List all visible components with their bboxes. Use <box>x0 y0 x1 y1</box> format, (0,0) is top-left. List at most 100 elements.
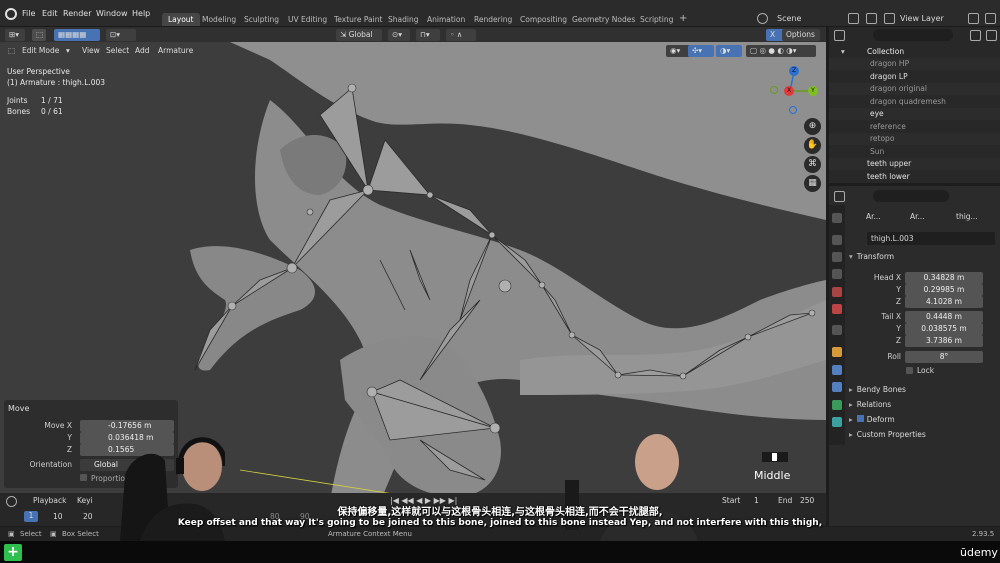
view-layer-icon[interactable] <box>884 13 895 24</box>
outliner-row[interactable]: eye <box>829 108 1000 120</box>
menu-edit[interactable]: Edit <box>42 9 58 18</box>
deform-section[interactable]: ▸ Deform <box>849 415 895 424</box>
expand-arrow-icon[interactable]: ▾ <box>841 47 845 56</box>
physics-tab-icon[interactable] <box>832 382 842 392</box>
properties-editor-icon[interactable] <box>834 191 845 202</box>
tab-texture-paint[interactable]: Texture Paint <box>328 13 388 26</box>
breadcrumb-armature-data[interactable]: Ar... <box>910 212 925 221</box>
proportional-checkbox[interactable] <box>80 474 87 481</box>
menu-select[interactable]: Select <box>106 46 129 57</box>
render-tab-icon[interactable] <box>832 235 842 245</box>
menu-view[interactable]: View <box>82 46 100 57</box>
ortho-grid-icon[interactable]: ▦ <box>804 175 821 192</box>
outliner-row[interactable]: dragon quadremesh <box>829 96 1000 108</box>
mode-select[interactable]: Edit Mode <box>22 46 59 57</box>
proportional-icon[interactable]: ◦ ∧ <box>446 29 476 41</box>
new-collection-icon[interactable] <box>986 30 997 41</box>
add-workspace-button[interactable]: + <box>679 13 687 24</box>
tab-rendering[interactable]: Rendering <box>468 13 518 26</box>
scene-name[interactable]: Scene <box>777 14 801 23</box>
add-plus-icon[interactable]: + <box>4 544 22 561</box>
overlay-toggle-icon[interactable]: ◑▾ <box>716 45 742 57</box>
lock-checkbox[interactable] <box>906 367 913 374</box>
gizmo-z-label[interactable]: Z <box>789 66 799 76</box>
view-layer-name[interactable]: View Layer <box>900 14 944 23</box>
head-z-field[interactable]: 4.1028 m <box>905 296 983 308</box>
shading-mode-icons[interactable]: ▢ ◎ ● ◐ ◑▾ <box>746 45 816 57</box>
outliner-row[interactable]: Sun <box>829 146 1000 158</box>
new-scene-icon[interactable] <box>848 13 859 24</box>
new-view-layer-icon[interactable] <box>968 13 979 24</box>
object-tab-icon[interactable] <box>832 347 842 357</box>
gizmo-y-label[interactable]: Y <box>808 86 818 96</box>
orientation-select[interactable]: ⇲ Global <box>336 29 382 41</box>
tab-geometry-nodes[interactable]: Geometry Nodes <box>566 13 641 26</box>
outliner-row[interactable]: dragon HP <box>829 58 1000 70</box>
select-tool-icon[interactable]: ⬚ <box>32 29 46 41</box>
bendy-bones-section[interactable]: ▸ Bendy Bones <box>849 385 906 394</box>
tab-layout[interactable]: Layout <box>162 13 200 26</box>
custom-properties-section[interactable]: ▸ Custom Properties <box>849 430 926 439</box>
tail-y-field[interactable]: 0.038575 m <box>905 323 983 335</box>
tail-x-field[interactable]: 0.4448 m <box>905 311 983 323</box>
menu-render[interactable]: Render <box>63 9 91 18</box>
head-x-field[interactable]: 0.34828 m <box>905 272 983 284</box>
mode-icon[interactable]: ⬚ <box>8 46 15 57</box>
camera-view-icon[interactable]: ⌘ <box>804 156 821 173</box>
modifier-tab-icon[interactable] <box>832 365 842 375</box>
tab-shading[interactable]: Shading <box>382 13 424 26</box>
outliner-row[interactable]: reference <box>829 121 1000 133</box>
gizmo-neg-y[interactable] <box>770 86 778 94</box>
world-tab-icon[interactable] <box>832 304 842 314</box>
navigation-gizmo[interactable]: Z Y X <box>768 64 820 116</box>
bone-name-field[interactable]: thigh.L.003 <box>867 232 995 245</box>
menu-window[interactable]: Window <box>96 9 128 18</box>
tab-uv-editing[interactable]: UV Editing <box>282 13 333 26</box>
collection-tab-icon[interactable] <box>832 325 842 335</box>
delete-view-layer-icon[interactable] <box>985 13 996 24</box>
select-mode-icons[interactable]: ▦▦▦▦ <box>54 29 100 41</box>
deform-checkbox[interactable] <box>856 415 864 422</box>
bone-tab-icon[interactable] <box>832 417 842 427</box>
move-panel-title[interactable]: Move <box>8 404 29 413</box>
options-button[interactable]: Options ▾ <box>782 29 820 48</box>
tab-sculpting[interactable]: Sculpting <box>238 13 285 26</box>
tab-compositing[interactable]: Compositing <box>514 13 573 26</box>
gizmo-neg-z[interactable] <box>789 106 797 114</box>
relations-section[interactable]: ▸ Relations <box>849 400 891 409</box>
scene-icon[interactable] <box>757 13 768 24</box>
tool-tab-icon[interactable] <box>832 213 842 223</box>
outliner-row[interactable]: retopo <box>829 133 1000 145</box>
outliner-row[interactable]: dragon LP <box>829 71 1000 83</box>
menu-armature[interactable]: Armature <box>158 46 193 57</box>
view-layer-tab-icon[interactable] <box>832 269 842 279</box>
delete-scene-icon[interactable] <box>866 13 877 24</box>
gizmo-toggle-icon[interactable]: ✣▾ <box>688 45 714 57</box>
mode-chevron-down-icon[interactable]: ▾ <box>66 46 70 57</box>
outliner-editor-icon[interactable] <box>834 30 845 41</box>
outliner-search-input[interactable] <box>873 29 953 41</box>
transform-section-header[interactable]: ▾ Transform <box>849 252 894 261</box>
pivot-icon[interactable]: ⊙▾ <box>388 29 410 41</box>
object-data-tab-icon[interactable] <box>832 400 842 410</box>
blender-logo-icon[interactable] <box>5 8 17 20</box>
tab-modeling[interactable]: Modeling <box>196 13 242 26</box>
pan-hand-icon[interactable]: ✋ <box>804 137 821 154</box>
scene-tab-icon[interactable] <box>832 287 842 297</box>
editor-type-icon[interactable]: ⊞▾ <box>5 29 25 41</box>
menu-file[interactable]: File <box>22 9 35 18</box>
zoom-icon[interactable]: ⊕ <box>804 118 821 135</box>
tab-animation[interactable]: Animation <box>421 13 471 26</box>
breadcrumb-bone[interactable]: thig... <box>956 212 978 221</box>
outliner-row[interactable]: ▾ Collection <box>829 46 1000 58</box>
tail-z-field[interactable]: 3.7386 m <box>905 335 983 347</box>
tab-scripting[interactable]: Scripting <box>634 13 679 26</box>
outliner-row[interactable]: dragon original <box>829 83 1000 95</box>
head-y-field[interactable]: 0.29985 m <box>905 284 983 296</box>
menu-help[interactable]: Help <box>132 9 150 18</box>
menu-add[interactable]: Add <box>135 46 150 57</box>
outliner-row[interactable]: teeth lower <box>829 171 1000 183</box>
output-tab-icon[interactable] <box>832 252 842 262</box>
gizmo-x-label[interactable]: X <box>784 86 794 96</box>
properties-search-input[interactable] <box>873 190 949 202</box>
